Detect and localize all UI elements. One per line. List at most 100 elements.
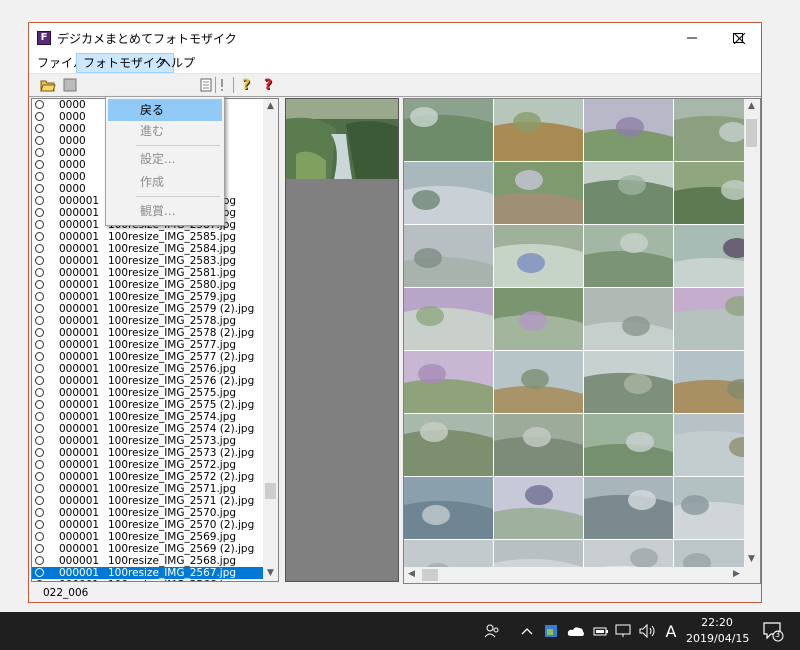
file-list-row[interactable]: 000001 100resize_IMG_2577 (2).jpg — [32, 351, 264, 363]
people-button[interactable] — [480, 612, 504, 650]
radio-icon[interactable] — [35, 412, 44, 421]
radio-icon[interactable] — [35, 352, 44, 361]
radio-icon[interactable] — [35, 232, 44, 241]
radio-icon[interactable] — [35, 124, 44, 133]
file-list-row[interactable]: 000001 100resize_IMG_2570.jpg — [32, 507, 264, 519]
radio-icon[interactable] — [35, 316, 44, 325]
file-list-row[interactable]: 000001 100resize_IMG_2573 (2).jpg — [32, 447, 264, 459]
radio-icon[interactable] — [35, 244, 44, 253]
ime-indicator[interactable]: A — [662, 612, 680, 650]
close-button[interactable] — [716, 23, 762, 53]
file-list-row[interactable]: 000001 100resize_IMG_2578 (2).jpg — [32, 327, 264, 339]
radio-icon[interactable] — [35, 208, 44, 217]
file-list-row[interactable]: 000001 100resize_IMG_2584.jpg — [32, 243, 264, 255]
menu-help[interactable]: ヘルプ — [153, 53, 201, 73]
network-button[interactable] — [614, 612, 632, 650]
mosaic-scroll-right-icon[interactable]: ▶ — [729, 567, 744, 582]
radio-icon[interactable] — [35, 268, 44, 277]
radio-icon[interactable] — [35, 520, 44, 529]
radio-icon[interactable] — [35, 544, 44, 553]
menu-item-settings[interactable]: 設定... — [108, 148, 222, 170]
radio-icon[interactable] — [35, 448, 44, 457]
file-list-row[interactable]: 000001 100resize_IMG_2572.jpg — [32, 459, 264, 471]
file-list-row[interactable]: 000001 100resize_IMG_2576.jpg — [32, 363, 264, 375]
radio-icon[interactable] — [35, 364, 44, 373]
file-list-row[interactable]: 000001 100resize_IMG_2578.jpg — [32, 315, 264, 327]
radio-icon[interactable] — [35, 484, 44, 493]
radio-icon[interactable] — [35, 328, 44, 337]
file-list-row[interactable]: 000001 100resize_IMG_2585.jpg — [32, 231, 264, 243]
battery-button[interactable] — [592, 612, 610, 650]
radio-icon[interactable] — [35, 556, 44, 565]
radio-icon[interactable] — [35, 100, 44, 109]
radio-icon[interactable] — [35, 280, 44, 289]
scroll-thumb[interactable] — [265, 483, 276, 499]
radio-icon[interactable] — [35, 148, 44, 157]
file-list-row[interactable]: 000001 100resize_IMG_2571 (2).jpg — [32, 495, 264, 507]
radio-icon[interactable] — [35, 568, 44, 577]
file-list-row[interactable]: 000001 100resize_IMG_2576 (2).jpg — [32, 375, 264, 387]
radio-icon[interactable] — [35, 424, 44, 433]
radio-icon[interactable] — [35, 112, 44, 121]
file-list-row[interactable]: 000001 100resize_IMG_2566.jpg — [32, 579, 264, 581]
file-list-row[interactable]: 000001 100resize_IMG_2570 (2).jpg — [32, 519, 264, 531]
radio-icon[interactable] — [35, 400, 44, 409]
network-app-tray[interactable] — [542, 612, 560, 650]
file-list-row[interactable]: 000001 100resize_IMG_2579 (2).jpg — [32, 303, 264, 315]
file-list-row[interactable]: 000001 100resize_IMG_2583.jpg — [32, 255, 264, 267]
file-list-row[interactable]: 000001 100resize_IMG_2575.jpg — [32, 387, 264, 399]
minimize-button[interactable] — [669, 23, 715, 53]
menu-item-view[interactable]: 観賞... — [108, 200, 222, 222]
file-list-row[interactable]: 000001 100resize_IMG_2577.jpg — [32, 339, 264, 351]
file-list-row[interactable]: 000001 100resize_IMG_2567.jpg — [32, 567, 264, 579]
radio-icon[interactable] — [35, 460, 44, 469]
radio-icon[interactable] — [35, 304, 44, 313]
open-folder-button[interactable] — [39, 77, 57, 93]
scroll-down-icon[interactable]: ▼ — [263, 566, 278, 581]
scroll-up-icon[interactable]: ▲ — [263, 99, 278, 114]
radio-icon[interactable] — [35, 508, 44, 517]
menu-item-forward[interactable]: 進む — [108, 120, 222, 142]
radio-icon[interactable] — [35, 376, 44, 385]
radio-icon[interactable] — [35, 292, 44, 301]
file-list-row[interactable]: 000001 100resize_IMG_2571.jpg — [32, 483, 264, 495]
file-list-row[interactable]: 000001 100resize_IMG_2575 (2).jpg — [32, 399, 264, 411]
radio-icon[interactable] — [35, 436, 44, 445]
mosaic-scroll-left-icon[interactable]: ◀ — [404, 567, 419, 582]
file-list-row[interactable]: 000001 100resize_IMG_2574.jpg — [32, 411, 264, 423]
file-list-row[interactable]: 000001 100resize_IMG_2572 (2).jpg — [32, 471, 264, 483]
file-list-row[interactable]: 000001 100resize_IMG_2573.jpg — [32, 435, 264, 447]
radio-icon[interactable] — [35, 256, 44, 265]
help-button[interactable]: ?? — [239, 77, 257, 93]
menu-item-back[interactable]: 戻る — [108, 99, 222, 121]
mosaic-vertical-scrollbar[interactable]: ▲ ▼ — [744, 99, 760, 567]
radio-icon[interactable] — [35, 184, 44, 193]
context-help-button[interactable]: ?? — [261, 77, 279, 93]
radio-icon[interactable] — [35, 532, 44, 541]
radio-icon[interactable] — [35, 196, 44, 205]
mosaic-vscroll-thumb[interactable] — [746, 119, 757, 147]
file-list-row[interactable]: 000001 100resize_IMG_2581.jpg — [32, 267, 264, 279]
file-list-row[interactable]: 000001 100resize_IMG_2579.jpg — [32, 291, 264, 303]
show-hidden-icons-button[interactable] — [518, 612, 536, 650]
file-list-row[interactable]: 000001 100resize_IMG_2580.jpg — [32, 279, 264, 291]
mosaic-hscroll-thumb[interactable] — [422, 569, 438, 581]
onedrive-button[interactable] — [566, 612, 586, 650]
mosaic-scroll-down-icon[interactable]: ▼ — [744, 552, 759, 567]
clock[interactable]: 22:20 2019/04/15 — [686, 615, 749, 647]
mosaic-scroll-up-icon[interactable]: ▲ — [744, 99, 759, 114]
file-list-row[interactable]: 000001 100resize_IMG_2569 (2).jpg — [32, 543, 264, 555]
file-list-row[interactable]: 000001 100resize_IMG_2574 (2).jpg — [32, 423, 264, 435]
file-list-row[interactable]: 000001 100resize_IMG_2568.jpg — [32, 555, 264, 567]
radio-icon[interactable] — [35, 160, 44, 169]
radio-icon[interactable] — [35, 580, 44, 581]
volume-button[interactable] — [638, 612, 658, 650]
radio-icon[interactable] — [35, 388, 44, 397]
mosaic-horizontal-scrollbar[interactable]: ◀ ▶ — [404, 567, 744, 583]
radio-icon[interactable] — [35, 496, 44, 505]
info-button[interactable] — [213, 77, 231, 93]
file-list-row[interactable]: 000001 100resize_IMG_2569.jpg — [32, 531, 264, 543]
file-list-scrollbar[interactable]: ▲ ▼ — [263, 99, 278, 581]
radio-icon[interactable] — [35, 172, 44, 181]
radio-icon[interactable] — [35, 340, 44, 349]
